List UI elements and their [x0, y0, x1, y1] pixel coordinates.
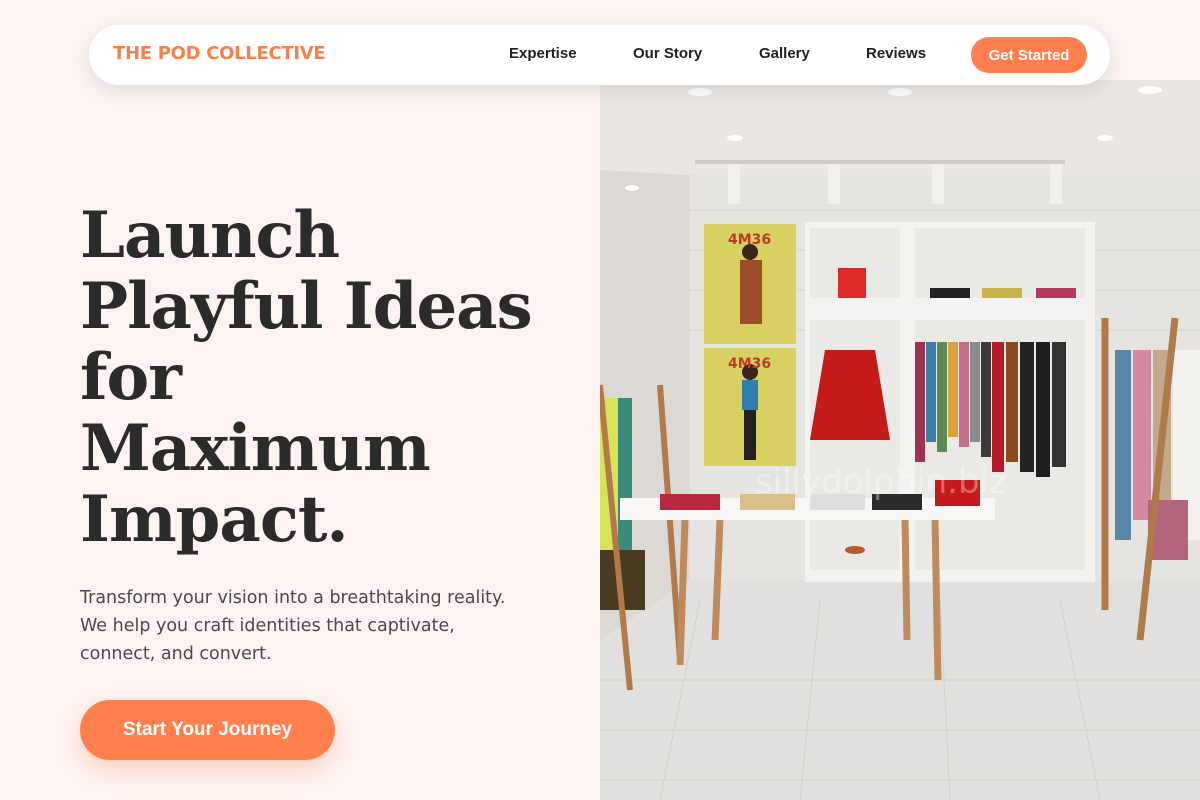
subtext-line: We help you craft identities that captiv…	[80, 616, 455, 636]
subtext-line: Transform your vision into a breathtakin…	[80, 588, 506, 608]
nav-link-our-story[interactable]: Our Story	[633, 45, 702, 62]
svg-text:4M36: 4M36	[728, 232, 771, 248]
headline-line: Launch	[80, 198, 340, 273]
nav-link-gallery[interactable]: Gallery	[759, 45, 810, 62]
nav-link-reviews[interactable]: Reviews	[866, 45, 926, 62]
headline-line: Playful Ideas	[80, 269, 533, 344]
brand-logo[interactable]: THE POD COLLECTIVE	[113, 43, 326, 64]
nav-link-expertise[interactable]: Expertise	[509, 45, 577, 62]
hero-subtext: Transform your vision into a breathtakin…	[80, 584, 540, 668]
svg-text:4M36: 4M36	[728, 356, 771, 372]
headline-line: Impact.	[80, 482, 349, 557]
start-journey-button[interactable]: Start Your Journey	[80, 700, 335, 760]
headline-line: Maximum	[80, 411, 431, 486]
hero-headline: Launch Playful Ideas for Maximum Impact.	[80, 200, 580, 555]
get-started-button[interactable]: Get Started	[971, 37, 1087, 73]
subtext-line: connect, and convert.	[80, 644, 272, 664]
hero-store-image: 4M36 4M36	[600, 80, 1200, 800]
headline-line: for	[80, 340, 182, 415]
image-watermark: sillydolphin.biz	[755, 462, 1007, 502]
top-navbar: THE POD COLLECTIVE Expertise Our Story G…	[89, 25, 1110, 85]
